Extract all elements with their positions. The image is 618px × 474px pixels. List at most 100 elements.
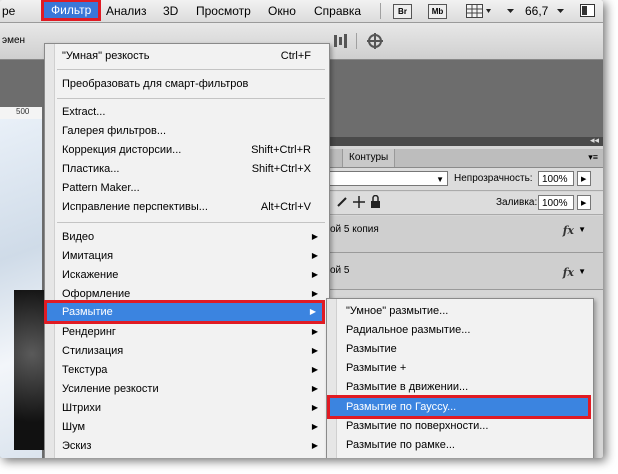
opacity-slider-icon[interactable]: ▶: [577, 171, 591, 186]
menu-item-noise[interactable]: Шум ▶: [62, 418, 324, 436]
tab-paths[interactable]: Контуры: [342, 149, 396, 167]
menu-item-pixelate[interactable]: Оформление ▶: [62, 285, 324, 303]
menu-item-label: Оформление: [62, 288, 131, 300]
menu-item-label: Размытие: [62, 306, 113, 318]
menu-item-stylize[interactable]: Стилизация ▶: [62, 342, 324, 360]
submenu-arrow-icon: ▶: [311, 270, 318, 279]
submenu-item-motion-blur[interactable]: Размытие в движении...: [346, 378, 586, 396]
submenu-arrow-icon: ▶: [311, 403, 318, 412]
options-label: эмен: [2, 35, 26, 46]
fill-input[interactable]: 100%: [538, 195, 574, 210]
menu-item-lens-correction[interactable]: Коррекция дисторсии... Shift+Ctrl+R: [62, 141, 324, 159]
menu-help[interactable]: Справка: [314, 4, 361, 18]
menu-item-distort[interactable]: Искажение ▶: [62, 266, 324, 284]
menu-3d[interactable]: 3D: [163, 4, 178, 18]
layer-expand-icon[interactable]: ▼: [578, 225, 586, 234]
menu-item-label: "Умная" резкость: [62, 50, 150, 62]
panel-header-strip: ◂◂: [327, 135, 603, 146]
panel-collapse-icon[interactable]: ◂◂: [590, 135, 599, 146]
canvas-image: [14, 290, 44, 450]
menu-filter[interactable]: Фильтр: [40, 0, 102, 21]
menu-edit[interactable]: ре: [2, 4, 15, 18]
fill-label: Заливка:: [496, 197, 538, 208]
menu-item-texture[interactable]: Текстура ▶: [62, 361, 324, 379]
menu-item-label: Преобразовать для смарт-фильтров: [62, 78, 249, 90]
menu-item-label: Искажение: [62, 269, 119, 281]
panel-tabs: Контуры ▾≡: [328, 149, 603, 168]
blend-opacity-row: ▼ Непрозрачность: 100% ▶: [328, 168, 603, 191]
menu-item-label: Extract...: [62, 106, 106, 118]
menu-item-label: Пластика...: [62, 163, 120, 175]
submenu-item-radial-blur[interactable]: Радиальное размытие...: [346, 321, 586, 339]
blend-mode-select[interactable]: ▼: [330, 171, 448, 186]
menu-item-shortcut: Alt+Ctrl+V: [260, 201, 311, 213]
layer-expand-icon[interactable]: ▼: [578, 267, 586, 276]
menu-item-extract[interactable]: Extract...: [62, 103, 324, 121]
menu-analysis[interactable]: Анализ: [106, 4, 147, 18]
zoom-dropdown-icon[interactable]: [506, 4, 516, 21]
menu-item-label: Штрихи: [62, 402, 102, 414]
menu-item-label: Стилизация: [62, 345, 124, 357]
menu-item-sharpen[interactable]: Усиление резкости ▶: [62, 380, 324, 398]
opacity-input[interactable]: 100%: [538, 171, 574, 186]
align-icon[interactable]: [333, 33, 349, 52]
lock-all-icon[interactable]: [370, 194, 382, 212]
menu-bar: ре Фильтр Анализ 3D Просмотр Окно Справк…: [0, 0, 603, 23]
submenu-item-surface-blur[interactable]: Размытие по поверхности...: [346, 417, 586, 435]
layer-fx-icon[interactable]: fx: [563, 266, 574, 279]
panel-menu-icon[interactable]: ▾≡: [588, 152, 598, 163]
submenu-arrow-icon: ▶: [311, 251, 318, 260]
lock-brush-icon[interactable]: [336, 196, 348, 211]
zoom-chevron-icon[interactable]: [556, 5, 566, 20]
lock-move-icon[interactable]: [352, 195, 366, 212]
menu-item-filter-gallery[interactable]: Галерея фильтров...: [62, 122, 324, 140]
menu-item-blur[interactable]: Размытие ▶: [44, 300, 325, 324]
distribute-icon[interactable]: [366, 32, 384, 53]
menu-item-artistic[interactable]: Имитация ▶: [62, 247, 324, 265]
submenu-arrow-icon: ▶: [311, 289, 318, 298]
blend-chevron-icon: ▼: [436, 175, 444, 184]
menu-window[interactable]: Окно: [268, 4, 296, 18]
fill-slider-icon[interactable]: ▶: [577, 195, 591, 210]
photoshop-window: ре Фильтр Анализ 3D Просмотр Окно Справк…: [0, 0, 603, 458]
menu-item-convert-smart-filters[interactable]: Преобразовать для смарт-фильтров: [62, 75, 324, 93]
submenu-arrow-icon: ▶: [311, 346, 318, 355]
submenu-item-smart-blur[interactable]: "Умное" размытие...: [346, 302, 586, 320]
menubar-separator: [380, 3, 381, 19]
menu-item-sketch[interactable]: Эскиз ▶: [62, 437, 324, 455]
submenu-item-blur-more[interactable]: Размытие +: [346, 359, 586, 377]
submenu-arrow-icon: ▶: [311, 441, 318, 450]
menu-item-label: Галерея фильтров...: [62, 125, 167, 137]
menu-separator: [57, 98, 325, 99]
menu-item-label: Текстура: [62, 364, 108, 376]
submenu-item-blur[interactable]: Размытие: [346, 340, 586, 358]
menu-view[interactable]: Просмотр: [196, 4, 251, 18]
menu-item-vanishing-point[interactable]: Исправление перспективы... Alt+Ctrl+V: [62, 198, 324, 216]
arrange-documents-icon[interactable]: [580, 4, 596, 21]
submenu-item-gaussian-blur[interactable]: Размытие по Гауссу...: [327, 395, 591, 419]
extras-grid-icon[interactable]: [466, 4, 492, 21]
menu-item-label: Видео: [62, 231, 95, 243]
lock-fill-row: Заливка: 100% ▶: [328, 192, 603, 215]
menu-item-pattern-maker[interactable]: Pattern Maker...: [62, 179, 324, 197]
submenu-arrow-icon: ▶: [311, 327, 318, 336]
zoom-level[interactable]: 66,7: [525, 4, 548, 18]
menu-item-label: Шум: [62, 421, 86, 433]
menu-item-liquify[interactable]: Пластика... Shift+Ctrl+X: [62, 160, 324, 178]
layer-row[interactable]: ой 5 fx ▼: [328, 253, 603, 290]
bridge-button[interactable]: Br: [393, 4, 412, 19]
menu-item-video[interactable]: Видео ▶: [62, 228, 324, 246]
layer-fx-icon[interactable]: fx: [563, 224, 574, 237]
menu-item-render[interactable]: Рендеринг ▶: [62, 323, 324, 341]
layer-row[interactable]: ой 5 копия fx ▼: [328, 216, 603, 253]
blur-submenu: "Умное" размытие... Радиальное размытие.…: [326, 298, 594, 458]
submenu-item-box-blur[interactable]: Размытие по рамке...: [346, 436, 586, 454]
submenu-arrow-icon: ▶: [309, 307, 316, 316]
menu-icon-strip: [45, 44, 55, 458]
minibridge-button[interactable]: Mb: [428, 4, 447, 19]
menu-separator: [57, 69, 325, 70]
menu-item-smart-sharpen-last[interactable]: "Умная" резкость Ctrl+F: [62, 47, 324, 65]
menu-item-label: Усиление резкости: [62, 383, 159, 395]
menu-item-brush-strokes[interactable]: Штрихи ▶: [62, 399, 324, 417]
horizontal-ruler: 500: [0, 107, 42, 119]
